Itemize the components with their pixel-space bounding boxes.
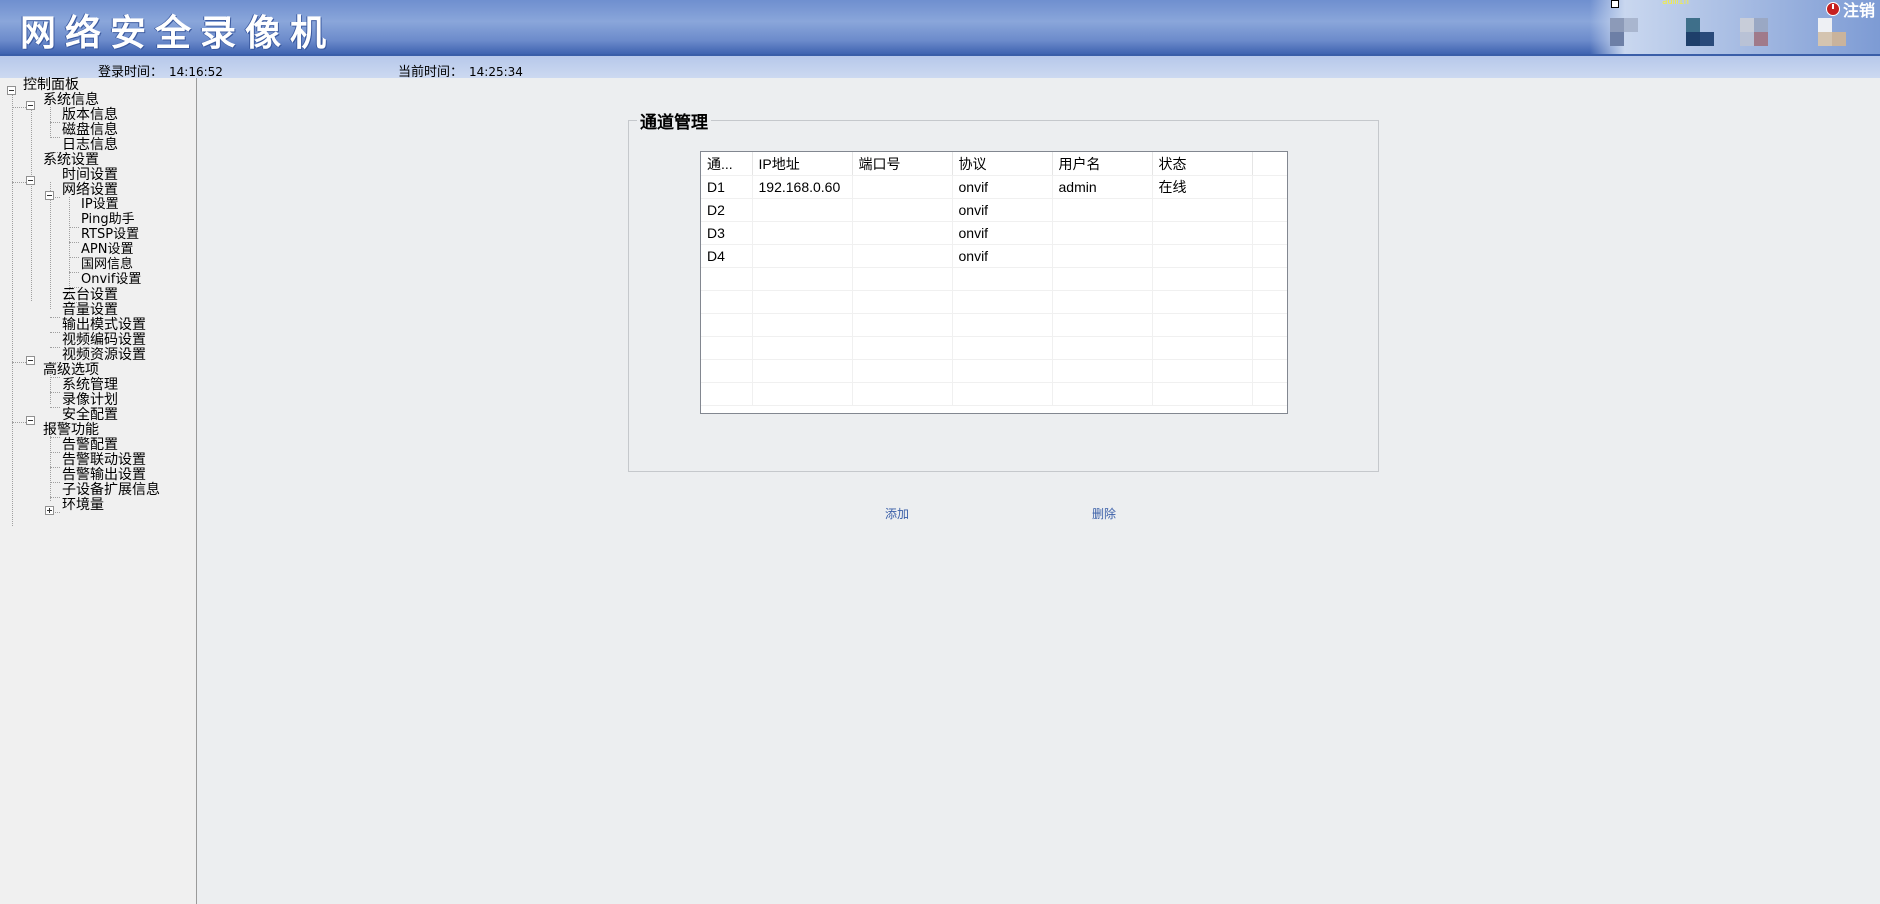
cell-ip (752, 198, 853, 222)
login-time-value: 14:16:52 (169, 65, 223, 79)
cell-port (852, 244, 953, 268)
table-row[interactable]: D2 onvif (701, 198, 1287, 222)
cell-protocol: onvif (952, 198, 1053, 222)
expand-icon[interactable] (45, 506, 54, 515)
cell-username (1052, 221, 1153, 245)
mouse-cursor-icon (1611, 0, 1619, 8)
tree-item-environment[interactable]: 环境量 (62, 496, 104, 514)
sidebar-tree: 控制面板 系统信息 版本信息 磁盘信息 日志信息 系统设置 时间设置 网络设置 … (0, 77, 197, 904)
table-row[interactable] (701, 336, 1287, 360)
cell-channel: D4 (701, 244, 753, 268)
cell-username: admin (1052, 175, 1153, 199)
channel-grid[interactable]: 通... IP地址 端口号 协议 用户名 状态 D1 192.168.0.60 on… (701, 152, 1287, 406)
table-row[interactable] (701, 290, 1287, 314)
table-header-row: 通... IP地址 端口号 协议 用户名 状态 (701, 152, 1287, 176)
cell-channel: D2 (701, 198, 753, 222)
group-title: 通道管理 (637, 108, 711, 133)
table-row[interactable] (701, 313, 1287, 337)
cell-protocol: onvif (952, 221, 1053, 245)
collapse-icon[interactable] (26, 356, 35, 365)
logout-label: 注销 (1843, 1, 1876, 20)
status-bar: 登录时间： 14:16:52 当前时间： 14:25:34 (0, 54, 1880, 80)
current-time-value: 14:25:34 (469, 65, 523, 79)
table-row[interactable]: D1 192.168.0.60 onvif admin 在线 (701, 175, 1287, 199)
table-row[interactable]: D3 onvif (701, 221, 1287, 245)
table-row[interactable] (701, 267, 1287, 291)
column-header-status[interactable]: 状态 (1152, 152, 1253, 176)
cell-username (1052, 198, 1153, 222)
cell-ip (752, 244, 853, 268)
current-time: 当前时间： 14:25:34 (398, 61, 523, 80)
table-row[interactable] (701, 359, 1287, 383)
collapse-icon[interactable] (26, 416, 35, 425)
column-header-channel[interactable]: 通... (701, 152, 753, 176)
column-header-ip[interactable]: IP地址 (752, 152, 853, 176)
cell-username (1052, 244, 1153, 268)
collapse-icon[interactable] (26, 101, 35, 110)
logout-button[interactable]: 注销 (1826, 0, 1875, 21)
cell-port (852, 175, 953, 199)
cell-protocol: onvif (952, 244, 1053, 268)
cell-status: 在线 (1152, 175, 1253, 199)
cell-ip: 192.168.0.60 (752, 175, 853, 199)
table-row[interactable] (701, 382, 1287, 406)
add-button[interactable]: 添加 (885, 505, 909, 522)
cell-status (1152, 244, 1253, 268)
app-title: 网络安全录像机 (20, 13, 336, 54)
table-row[interactable]: D4 onvif (701, 244, 1287, 268)
column-header-filler (1252, 152, 1287, 176)
column-header-port[interactable]: 端口号 (852, 152, 953, 176)
collapse-icon[interactable] (26, 176, 35, 185)
collapse-icon[interactable] (7, 86, 16, 95)
column-header-protocol[interactable]: 协议 (952, 152, 1053, 176)
current-user: admin (1662, 0, 1690, 7)
column-header-username[interactable]: 用户名 (1052, 152, 1153, 176)
current-time-label: 当前时间： (398, 65, 464, 80)
cell-status (1152, 198, 1253, 222)
cell-channel: D3 (701, 221, 753, 245)
cell-status (1152, 221, 1253, 245)
collapse-icon[interactable] (45, 191, 54, 200)
channel-table[interactable]: 通... IP地址 端口号 协议 用户名 状态 D1 192.168.0.60 on… (700, 151, 1288, 414)
header-banner: 网络安全录像机 admin 注销 (0, 0, 1880, 54)
cell-protocol: onvif (952, 175, 1053, 199)
delete-button[interactable]: 删除 (1092, 505, 1116, 522)
cell-port (852, 198, 953, 222)
cell-port (852, 221, 953, 245)
power-icon (1826, 2, 1840, 16)
cell-ip (752, 221, 853, 245)
cell-channel: D1 (701, 175, 753, 199)
